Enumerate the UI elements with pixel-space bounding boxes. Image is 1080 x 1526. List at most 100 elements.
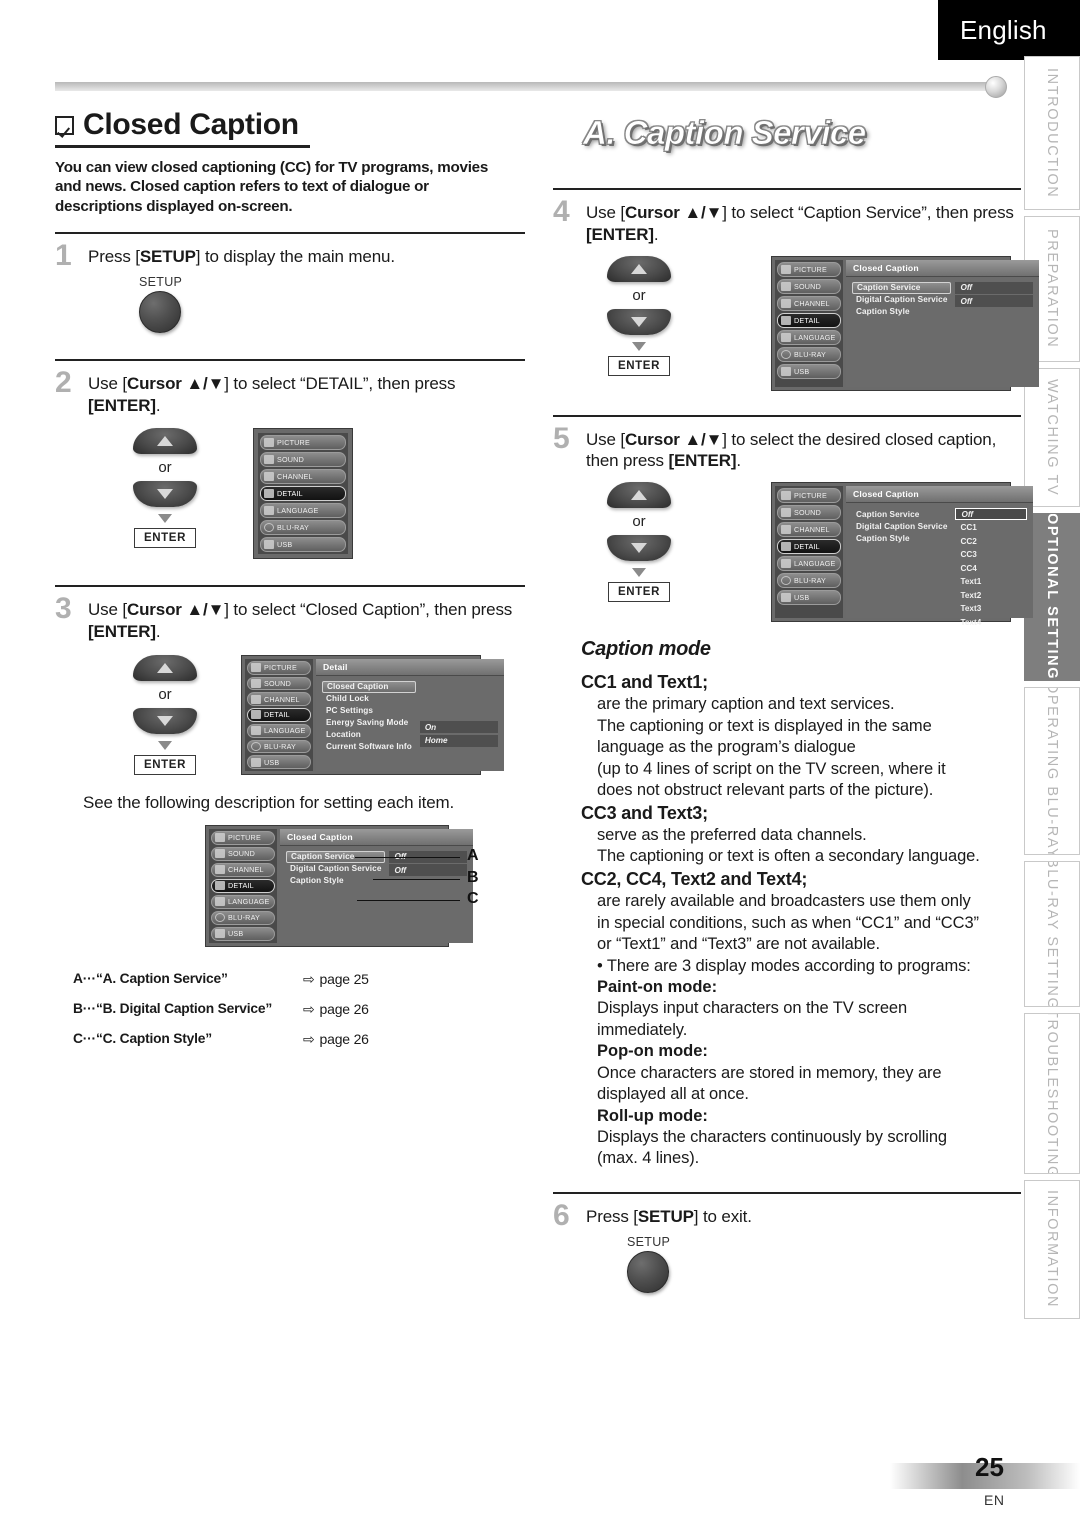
osd-value[interactable]: [420, 681, 498, 693]
osd-value[interactable]: [420, 694, 498, 706]
osd-side-item-sound[interactable]: SOUND: [777, 505, 841, 520]
osd-option-text4[interactable]: Text4: [955, 616, 1027, 628]
osd-side-item-picture[interactable]: PICTURE: [211, 830, 275, 845]
osd-side-item-detail[interactable]: DETAIL: [777, 312, 841, 328]
osd-side-item-blu-ray[interactable]: BLU-RAY: [777, 346, 841, 362]
osd-side-item-usb[interactable]: USB: [260, 537, 346, 553]
osd-side-item-channel[interactable]: CHANNEL: [777, 522, 841, 537]
osd-row-digital-caption-service[interactable]: Digital Caption Service: [852, 294, 951, 306]
cursor-up-button-icon[interactable]: [133, 428, 197, 455]
osd-option-cc1[interactable]: CC1: [955, 522, 1027, 534]
osd-side-item-language[interactable]: LANGUAGE: [260, 503, 346, 519]
osd-side-item-channel[interactable]: CHANNEL: [247, 692, 311, 707]
osd-row-caption-service[interactable]: Caption Service: [852, 281, 952, 294]
osd-side-item-detail[interactable]: DETAIL: [777, 539, 841, 554]
osd-side-item-picture[interactable]: PICTURE: [260, 435, 346, 451]
osd-row-child-lock[interactable]: Child Lock: [322, 693, 416, 705]
osd-side-item-blu-ray[interactable]: BLU-RAY: [211, 910, 275, 925]
setup-button-icon[interactable]: [139, 290, 181, 333]
osd-option-cc3[interactable]: CC3: [955, 549, 1027, 561]
osd-value[interactable]: [955, 309, 1033, 321]
blu-ray-icon: [264, 523, 274, 533]
setup-button-icon[interactable]: [627, 1250, 669, 1293]
osd-row-caption-style[interactable]: Caption Style: [852, 532, 951, 544]
osd-row-closed-caption[interactable]: Closed Caption: [322, 680, 416, 693]
osd-side-item-blu-ray[interactable]: BLU-RAY: [247, 739, 311, 754]
osd-option-text1[interactable]: Text1: [955, 576, 1027, 588]
section-tab-rail[interactable]: INTRODUCTION PREPARATION WATCHING TV OPTION…: [1024, 56, 1080, 1326]
osd-side-item-blu-ray[interactable]: BLU-RAY: [777, 573, 841, 588]
osd-side-item-language[interactable]: LANGUAGE: [777, 556, 841, 571]
cursor-up-button-icon[interactable]: [607, 255, 671, 282]
osd-row-energy-saving-mode[interactable]: Energy Saving Mode: [322, 717, 416, 729]
osd-value[interactable]: On: [419, 721, 498, 734]
enter-button-icon[interactable]: ENTER: [134, 528, 196, 549]
osd-value[interactable]: [420, 708, 498, 720]
osd-side-item-picture[interactable]: PICTURE: [777, 488, 841, 503]
cursor-down-button-icon[interactable]: [133, 481, 197, 508]
osd-value[interactable]: Off: [955, 281, 1034, 294]
osd-side-item-detail[interactable]: DETAIL: [247, 708, 311, 722]
osd-side-item-label: CHANNEL: [264, 694, 300, 704]
osd-row-caption-style[interactable]: Caption Style: [852, 306, 951, 318]
osd-side-item-sound[interactable]: SOUND: [260, 452, 346, 468]
osd-row-current-software-info[interactable]: Current Software Info: [322, 741, 416, 753]
tab-blu-ray-setting[interactable]: BLU-RAY SETTING: [1024, 861, 1080, 1007]
osd-row-digital-caption-service[interactable]: Digital Caption Service: [286, 863, 385, 875]
osd-side-item-usb[interactable]: USB: [777, 363, 841, 379]
osd-side-item-usb[interactable]: USB: [211, 926, 275, 941]
osd-row-digital-caption-service[interactable]: Digital Caption Service: [852, 520, 951, 532]
osd-row-caption-service[interactable]: Caption Service: [852, 508, 951, 520]
osd-side-item-channel[interactable]: CHANNEL: [211, 862, 275, 877]
enter-button-icon[interactable]: ENTER: [608, 355, 670, 376]
osd-option-text3[interactable]: Text3: [955, 603, 1027, 615]
enter-button-icon[interactable]: ENTER: [134, 754, 196, 775]
osd-side-item-usb[interactable]: USB: [777, 590, 841, 605]
osd-detail-menu: PICTURE SOUND CHANNEL DETAIL LANGUAGE BLU-RAY…: [241, 654, 504, 775]
osd-side-item-detail[interactable]: DETAIL: [260, 486, 346, 502]
caption-mode-line: The captioning or text is displayed in t…: [597, 716, 932, 735]
osd-side-item-usb[interactable]: USB: [247, 755, 311, 769]
caption-mode-term: CC2, CC4, Text2 and Text4;: [581, 868, 808, 889]
page-title-text: Closed Caption: [83, 108, 299, 141]
step-4-enter-key: [ENTER]: [586, 224, 654, 244]
osd-side-item-blu-ray[interactable]: BLU-RAY: [260, 520, 346, 536]
step-5-text: Use [Cursor ▲/▼] to select the desired c…: [586, 427, 1021, 473]
osd-side-item-channel[interactable]: CHANNEL: [260, 469, 346, 485]
callout-letter-c: C: [467, 889, 479, 907]
cursor-up-button-icon[interactable]: [607, 482, 671, 508]
flow-caret-icon: [632, 341, 646, 351]
osd-side-item-language[interactable]: LANGUAGE: [777, 329, 841, 345]
osd-option-cc2[interactable]: CC2: [955, 535, 1027, 547]
osd-value[interactable]: Home: [419, 734, 498, 747]
osd-side-item-picture[interactable]: PICTURE: [777, 261, 841, 277]
osd-value[interactable]: Off: [955, 295, 1034, 307]
osd-option-text2[interactable]: Text2: [955, 589, 1027, 601]
osd-option-off[interactable]: Off: [955, 508, 1028, 521]
osd-side-item-sound[interactable]: SOUND: [777, 278, 841, 294]
osd-row-caption-style[interactable]: Caption Style: [286, 875, 385, 887]
cursor-down-button-icon[interactable]: [607, 535, 671, 561]
osd-row-location[interactable]: Location: [322, 729, 416, 741]
tab-introduction[interactable]: INTRODUCTION: [1024, 56, 1080, 210]
osd-row-pc-settings[interactable]: PC Settings: [322, 705, 416, 717]
osd-side-item-channel[interactable]: CHANNEL: [777, 295, 841, 311]
osd-side-item-sound[interactable]: SOUND: [247, 676, 311, 691]
osd-side-item-picture[interactable]: PICTURE: [247, 660, 311, 675]
osd-side-item-detail[interactable]: DETAIL: [211, 878, 275, 893]
osd-side-item-language[interactable]: LANGUAGE: [211, 894, 275, 909]
osd-side-item-language[interactable]: LANGUAGE: [247, 723, 311, 738]
osd-value[interactable]: Off: [389, 864, 468, 877]
cursor-up-button-icon[interactable]: [133, 654, 197, 681]
osd-side-item-sound[interactable]: SOUND: [211, 846, 275, 861]
osd-caption-service-options: PICTURE SOUND CHANNEL DETAIL LANGUAGE BLU-RAY…: [771, 482, 1034, 627]
osd-option-cc4[interactable]: CC4: [955, 562, 1027, 574]
cursor-down-button-icon[interactable]: [133, 707, 197, 734]
enter-button-icon[interactable]: ENTER: [608, 582, 670, 602]
osd-value[interactable]: [420, 748, 498, 760]
cursor-down-button-icon[interactable]: [607, 308, 671, 335]
step-2-or-label: or: [158, 459, 172, 477]
tab-information[interactable]: INFORMATION: [1024, 1180, 1080, 1319]
tab-operating-blu-ray[interactable]: OPERATING BLU-RAY: [1024, 687, 1080, 855]
tab-troubleshooting[interactable]: TROUBLESHOOTING: [1024, 1013, 1080, 1174]
